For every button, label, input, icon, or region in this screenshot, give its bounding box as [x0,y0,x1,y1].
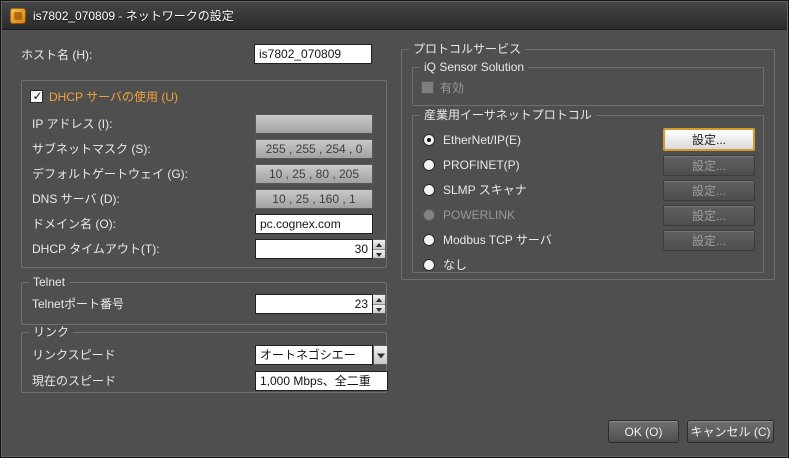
hostname-input[interactable]: is7802_070809 [254,44,372,64]
network-settings-dialog: is7802_070809 - ネットワークの設定 ホスト名 (H): is78… [0,0,789,458]
radio-modbus[interactable] [423,234,435,246]
spinner-down-icon[interactable] [373,250,385,259]
settings-button-powerlink: 設定... [663,205,755,226]
current-speed-label: 現在のスピード [32,374,116,388]
industrial-ethernet-group-title: 産業用イーサネットプロトコル [420,109,596,122]
radio-ethernet-ip-label: EtherNet/IP(E) [443,133,521,147]
protocol-services-title: プロトコルサービス [409,43,525,56]
iq-enable-label: 有効 [440,81,464,95]
radio-none-label: なし [443,258,467,272]
radio-powerlink [423,209,435,221]
link-speed-dropdown-button[interactable] [373,345,388,365]
settings-button-ethernet-ip[interactable]: 設定... [663,128,755,151]
dns-server-label: DNS サーバ (D): [32,192,120,206]
radio-profinet[interactable] [423,159,435,171]
telnet-port-input[interactable]: 23 [255,294,373,314]
link-speed-combobox[interactable]: オートネゴシエー [255,345,373,365]
default-gateway-input: 10 , 25 , 80 , 205 [255,164,373,184]
telnet-port-label: Telnetポート番号 [32,297,124,311]
dhcp-group: DHCP サーバの使用 (U) IP アドレス (I): サブネットマスク (S… [21,80,387,268]
radio-slmp[interactable] [423,184,435,196]
domain-name-label: ドメイン名 (O): [32,217,116,231]
titlebar[interactable]: is7802_070809 - ネットワークの設定 [2,2,787,30]
dhcp-checkbox[interactable] [30,90,43,103]
radio-ethernet-ip[interactable] [423,134,435,146]
link-group: リンク リンクスピード オートネゴシエー 現在のスピード 1,000 Mbps、… [21,332,387,393]
spinner-up-icon[interactable] [373,295,385,305]
radio-powerlink-label: POWERLINK [443,208,515,222]
spinner-up-icon[interactable] [373,240,385,250]
window-title: is7802_070809 - ネットワークの設定 [33,7,234,24]
telnet-port-spinner[interactable] [373,294,386,314]
iq-enable-checkbox [421,81,434,94]
dhcp-timeout-spinner[interactable] [373,239,386,259]
subnet-mask-label: サブネットマスク (S): [32,142,151,156]
ok-button[interactable]: OK (O) [608,420,679,443]
radio-none[interactable] [423,259,435,271]
settings-button-modbus: 設定... [663,230,755,251]
iq-sensor-group: iQ Sensor Solution 有効 [412,67,764,106]
current-speed-field[interactable]: 1,000 Mbps、全二重 [255,371,388,391]
radio-profinet-label: PROFINET(P) [443,158,520,172]
radio-slmp-label: SLMP スキャナ [443,183,527,197]
dhcp-checkbox-label: DHCP サーバの使用 (U) [49,90,178,104]
protocol-services-group: プロトコルサービス iQ Sensor Solution 有効 産業用イーサネッ… [401,49,775,280]
ip-address-input [255,114,373,134]
link-speed-label: リンクスピード [32,348,116,362]
dns-server-input: 10 , 25 , 160 , 1 [255,189,373,209]
hostname-label: ホスト名 (H): [21,48,92,62]
domain-name-input[interactable]: pc.cognex.com [255,214,373,234]
dhcp-timeout-input[interactable]: 30 [255,239,373,259]
subnet-mask-input: 255 , 255 , 254 , 0 [255,139,373,159]
app-icon [10,8,26,24]
iq-sensor-group-title: iQ Sensor Solution [420,61,528,74]
telnet-group: Telnet Telnetポート番号 23 [21,282,387,325]
link-group-title: リンク [29,326,73,339]
radio-modbus-label: Modbus TCP サーバ [443,233,552,247]
telnet-group-title: Telnet [29,276,69,289]
spinner-down-icon[interactable] [373,305,385,314]
dhcp-timeout-label: DHCP タイムアウト(T): [32,242,160,256]
settings-button-slmp: 設定... [663,180,755,201]
industrial-ethernet-group: 産業用イーサネットプロトコル EtherNet/IP(E) 設定... PROF… [412,115,764,273]
settings-button-profinet: 設定... [663,155,755,176]
default-gateway-label: デフォルトゲートウェイ (G): [32,167,188,181]
ip-address-label: IP アドレス (I): [32,117,112,131]
cancel-button[interactable]: キャンセル (C) [687,420,774,443]
